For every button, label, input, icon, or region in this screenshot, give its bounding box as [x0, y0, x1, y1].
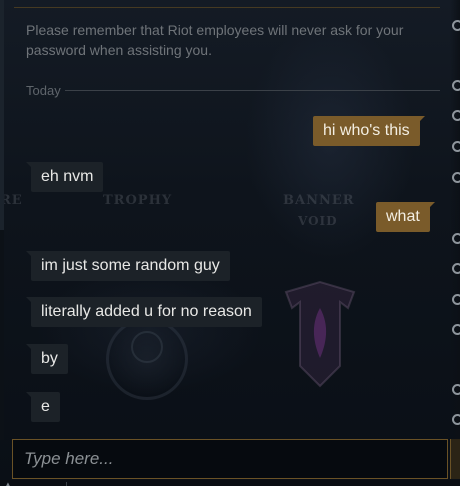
status-ring-icon — [452, 141, 460, 152]
background-trophy-emblem — [106, 318, 188, 400]
message-input-box[interactable] — [12, 439, 448, 479]
date-label: Today — [26, 82, 61, 98]
bottom-strip — [0, 480, 460, 486]
message-outgoing: hi who's this — [313, 116, 425, 146]
status-ring-icon — [452, 324, 460, 335]
status-ring-icon — [452, 80, 460, 91]
background-banner-emblem — [284, 280, 356, 388]
message-incoming: eh nvm — [25, 162, 104, 192]
background-label-void: VOID — [298, 214, 338, 228]
caret-up-icon[interactable]: ▲ — [4, 480, 12, 486]
status-ring-icon — [452, 384, 460, 395]
status-ring-icon — [452, 172, 460, 183]
scrollbar-thumb[interactable] — [0, 0, 4, 230]
status-ring-icon — [452, 20, 460, 31]
top-border — [14, 7, 440, 8]
date-divider: Today — [26, 82, 440, 98]
message-incoming: by — [26, 344, 68, 374]
status-ring-icon — [452, 263, 460, 274]
date-divider-line — [64, 89, 440, 91]
message-input[interactable] — [13, 440, 447, 478]
right-edge-panel — [450, 0, 460, 440]
status-ring-icon — [452, 414, 460, 425]
security-notice: Please remember that Riot employees will… — [26, 22, 404, 58]
bottom-divider — [66, 482, 67, 486]
status-ring-icon — [452, 110, 460, 121]
status-ring-icon — [452, 294, 460, 305]
message-incoming: e — [26, 392, 60, 422]
background-label-trophy: TROPHY — [103, 193, 173, 208]
chat-window: RE TROPHY BANNER VOID Please remember th… — [0, 0, 460, 486]
message-incoming: im just some random guy — [26, 251, 230, 281]
status-ring-icon — [452, 233, 460, 244]
background-label-banner: BANNER — [283, 193, 355, 208]
message-incoming: literally added u for no reason — [26, 297, 262, 327]
input-side-button[interactable] — [450, 439, 460, 479]
message-scrollbar[interactable] — [0, 0, 4, 440]
message-outgoing: what — [376, 202, 435, 232]
